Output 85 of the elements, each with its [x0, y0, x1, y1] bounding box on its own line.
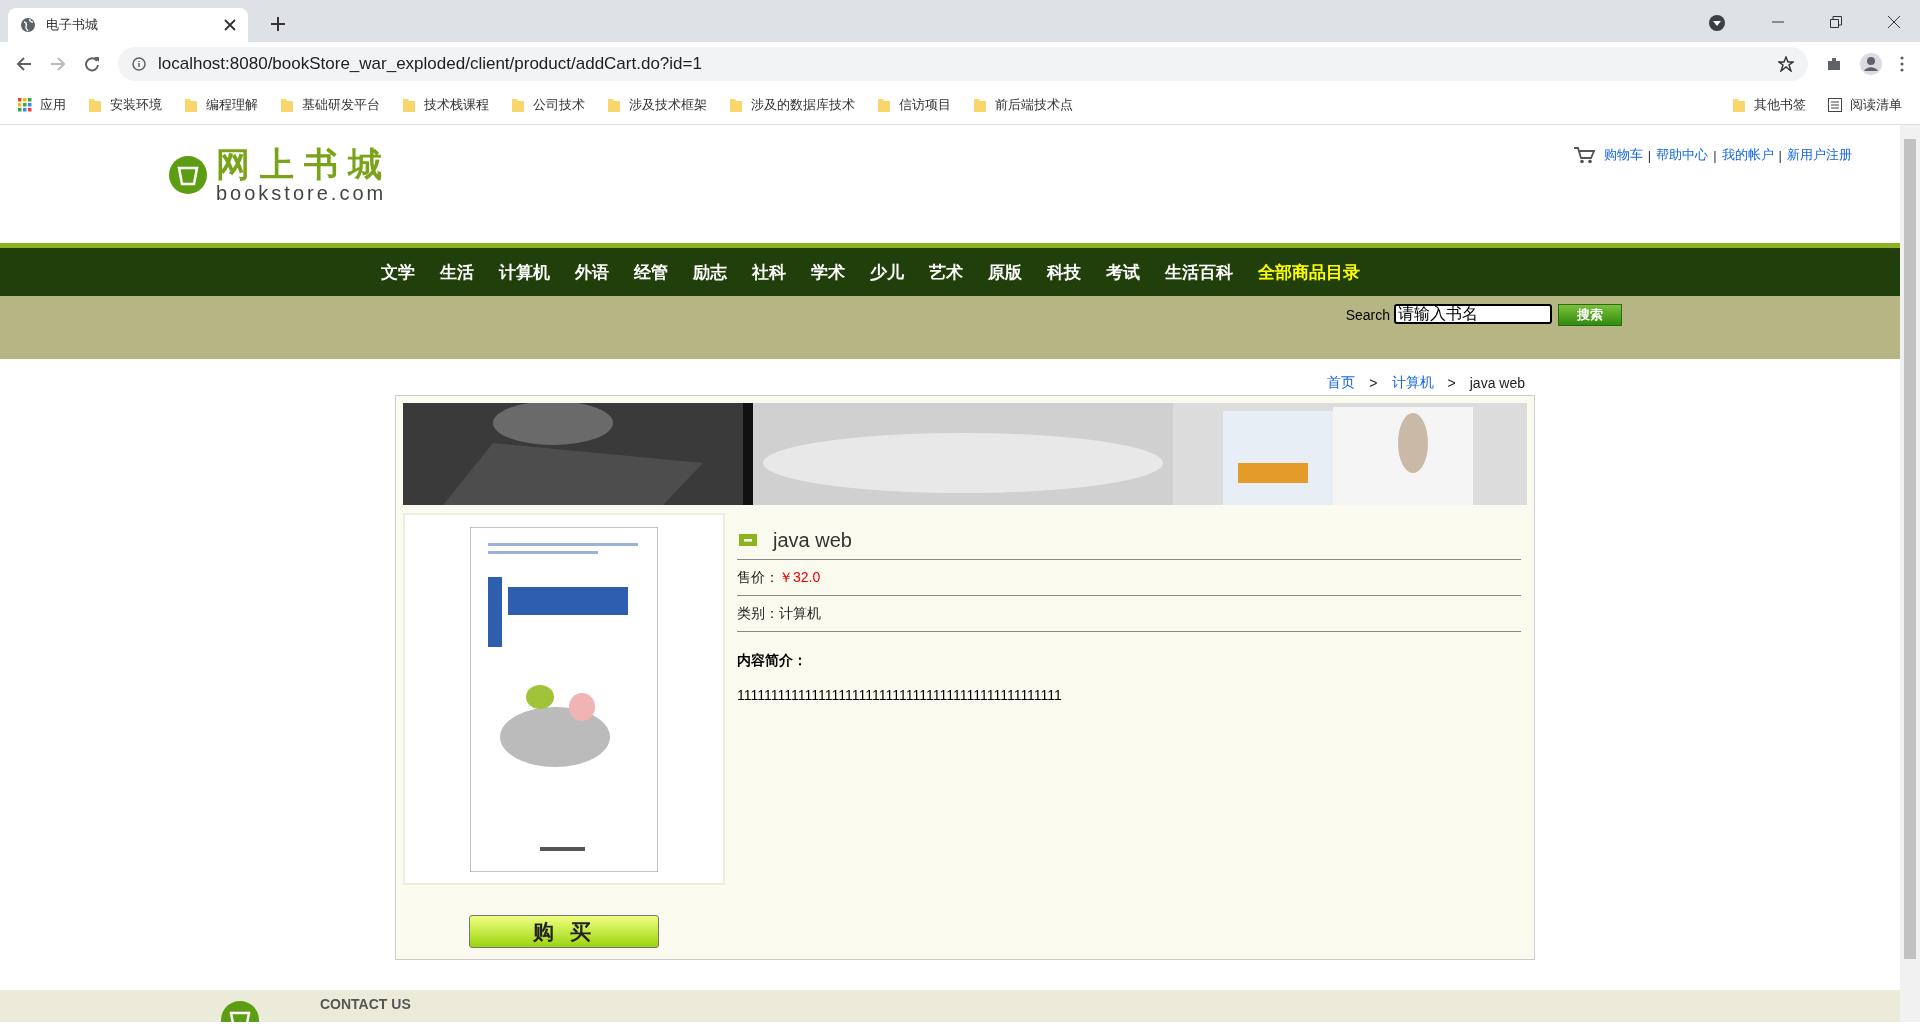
category-link[interactable]: 经管: [633, 260, 668, 284]
category-link[interactable]: 考试: [1105, 260, 1140, 284]
contact-heading: CONTACT US: [320, 996, 411, 1012]
category-link[interactable]: 生活: [439, 260, 474, 284]
category-link[interactable]: 学术: [810, 260, 845, 284]
breadcrumb-separator: >: [1369, 375, 1378, 391]
search-field[interactable]: 请输入书名: [1394, 304, 1552, 324]
close-icon[interactable]: [224, 19, 236, 31]
category-value: 计算机: [779, 604, 821, 623]
cart-icon: [1572, 146, 1595, 164]
info-icon: [132, 57, 146, 71]
category-link[interactable]: 社科: [751, 260, 786, 284]
bookmark-link[interactable]: 涉及的数据库技术: [751, 96, 855, 114]
bookmark-link[interactable]: 编程理解: [206, 96, 258, 114]
menu-icon[interactable]: [1900, 56, 1904, 72]
folder-icon: [877, 97, 891, 113]
folder-icon: [607, 97, 621, 113]
address-bar[interactable]: localhost:8080/bookStore_war_exploded/client/product/addCart.do?id=1: [118, 47, 1808, 81]
bag-logo-icon: [220, 1000, 260, 1022]
category-link[interactable]: 原版: [987, 260, 1022, 284]
back-icon[interactable]: [16, 56, 32, 72]
globe-icon: [20, 17, 36, 33]
folder-icon: [729, 97, 743, 113]
folder-icon: [280, 97, 294, 113]
tab-title: 电子书城: [46, 16, 99, 34]
bookmark-link[interactable]: 基础研发平台: [302, 96, 380, 114]
restore-icon[interactable]: [1830, 16, 1842, 28]
price-label: 售价：: [737, 568, 779, 587]
link-separator: |: [1778, 147, 1782, 163]
bookmark-link[interactable]: 公司技术: [533, 96, 585, 114]
search-label: Search: [1345, 307, 1390, 323]
list-icon: [1828, 98, 1842, 112]
category-link[interactable]: 少儿: [869, 260, 904, 284]
avatar-icon[interactable]: [1860, 53, 1882, 75]
category-link[interactable]: 文学: [380, 260, 415, 284]
bookmark-link[interactable]: 安装环境: [110, 96, 162, 114]
header-link[interactable]: 购物车: [1603, 146, 1643, 164]
bookmark-link[interactable]: 技术栈课程: [424, 96, 489, 114]
category-link[interactable]: 全部商品目录: [1257, 260, 1360, 284]
header-link[interactable]: 新用户注册: [1787, 146, 1852, 164]
apps-grid-icon: [18, 98, 32, 112]
reload-icon[interactable]: [84, 56, 100, 72]
category-link[interactable]: 计算机: [498, 260, 550, 284]
category-link[interactable]: 科技: [1046, 260, 1081, 284]
category-link[interactable]: 艺术: [928, 260, 963, 284]
header-link[interactable]: 帮助中心: [1656, 146, 1709, 164]
logo-subtitle: bookstore.com: [216, 181, 388, 205]
browser-tab[interactable]: 电子书城: [8, 8, 248, 42]
category-link[interactable]: 励志: [692, 260, 727, 284]
buy-button[interactable]: 购 买: [469, 915, 659, 948]
profile-dropdown-icon[interactable]: [1708, 14, 1726, 32]
bookmark-link[interactable]: 前后端技术点: [995, 96, 1073, 114]
header-link[interactable]: 我的帐户: [1721, 146, 1774, 164]
bookmark-link[interactable]: 涉及技术框架: [629, 96, 707, 114]
price-value: ￥32.0: [779, 568, 821, 587]
new-tab-icon[interactable]: [270, 16, 286, 32]
product-title: java web: [773, 528, 852, 552]
category-label: 类别：: [737, 604, 779, 623]
folder-icon: [973, 97, 987, 113]
folder-icon: [402, 97, 416, 113]
bookmark-link[interactable]: 其他书签: [1754, 96, 1806, 114]
breadcrumb-link[interactable]: 首页: [1327, 374, 1356, 392]
logo-title: 网上书城: [216, 145, 392, 182]
link-separator: |: [1713, 147, 1717, 163]
folder-icon: [88, 97, 102, 113]
breadcrumb-current: java web: [1469, 375, 1525, 391]
minus-icon: [739, 534, 757, 546]
bookmark-link[interactable]: 应用: [40, 96, 66, 114]
link-separator: |: [1647, 147, 1652, 163]
bookmark-link[interactable]: 信访项目: [899, 96, 951, 114]
breadcrumb-link[interactable]: 计算机: [1391, 374, 1434, 392]
star-icon[interactable]: [1778, 56, 1794, 72]
folder-icon: [511, 97, 525, 113]
folder-icon: [184, 97, 198, 113]
category-link[interactable]: 外语: [574, 260, 609, 284]
breadcrumb-separator: >: [1447, 375, 1456, 391]
intro-text: 111111111111111111111111111111111111111111111111: [737, 687, 1063, 703]
intro-heading: 内容简介：: [737, 652, 808, 670]
reading-list-link[interactable]: 阅读清单: [1850, 96, 1902, 114]
folder-icon: [1732, 97, 1746, 113]
url-text: localhost:8080/bookStore_war_exploded/client/product/addCart.do?id=1: [158, 54, 703, 74]
bag-logo-icon: [168, 155, 208, 195]
scrollbar[interactable]: [1900, 125, 1920, 1022]
close-icon[interactable]: [1888, 16, 1900, 28]
category-link[interactable]: 生活百科: [1164, 260, 1233, 284]
